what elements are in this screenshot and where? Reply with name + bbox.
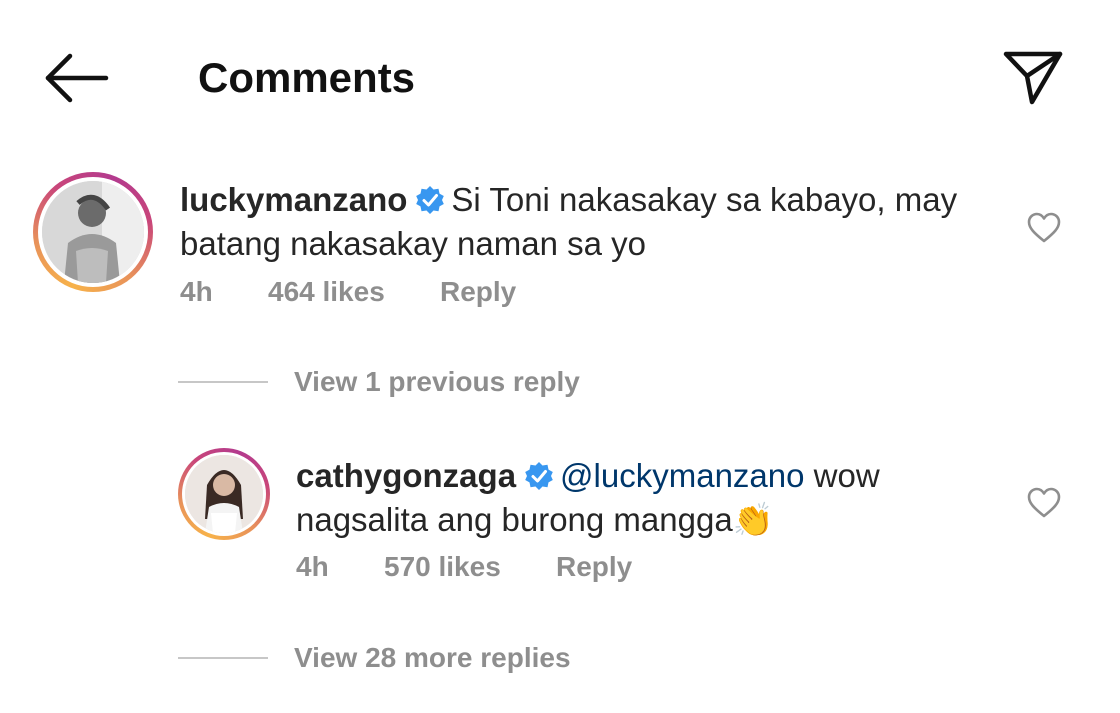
verified-badge-icon	[525, 462, 553, 490]
paper-plane-icon	[1003, 51, 1063, 105]
comment-time: 4h	[296, 551, 329, 582]
comment-meta: 4h 570 likes Reply	[296, 551, 696, 585]
view-replies-label: View 1 previous reply	[294, 366, 580, 397]
page-title: Comments	[198, 54, 416, 101]
comment-text-line2: nagsalita ang burong mangga	[296, 501, 733, 538]
arrow-left-icon	[45, 53, 109, 103]
comment-text-line1: wow	[804, 457, 880, 494]
divider-line	[178, 657, 268, 659]
heart-icon[interactable]	[1027, 487, 1061, 519]
comment-likes[interactable]: 570 likes	[384, 551, 501, 583]
share-button[interactable]	[1002, 46, 1064, 108]
reply-button[interactable]: Reply	[556, 551, 632, 583]
comment-text-line2: batang nakasakay naman sa yo	[180, 225, 646, 262]
verified-badge-icon	[416, 186, 445, 214]
clapping-hands-emoji: 👏	[732, 501, 774, 538]
view-replies-label: View 28 more replies	[294, 642, 571, 673]
comment-body: cathygonzaga @luckymanzano wow nagsalita …	[296, 454, 996, 542]
comment-username[interactable]: cathygonzaga	[296, 457, 516, 494]
comment-username[interactable]: luckymanzano	[180, 181, 407, 218]
avatar[interactable]	[33, 172, 153, 292]
avatar[interactable]	[178, 448, 270, 540]
comment-likes[interactable]: 464 likes	[268, 276, 385, 308]
comment-meta: 4h 464 likes Reply	[180, 276, 580, 310]
view-previous-replies[interactable]: View 1 previous reply	[178, 362, 598, 402]
reply-button[interactable]: Reply	[440, 276, 516, 308]
comment-body: luckymanzano Si Toni nakasakay sa kabayo,…	[180, 178, 1000, 266]
heart-icon[interactable]	[1027, 212, 1061, 244]
avatar-photo-icon	[42, 181, 144, 283]
back-button[interactable]	[40, 50, 112, 106]
comments-header: Comments	[0, 0, 1120, 150]
comment-text-line1: Si Toni nakasakay sa kabayo, may	[451, 181, 958, 218]
comment-time: 4h	[180, 276, 213, 307]
view-more-replies[interactable]: View 28 more replies	[178, 638, 598, 678]
mention-link[interactable]: @luckymanzano	[560, 457, 804, 494]
avatar-photo-icon	[185, 455, 263, 533]
divider-line	[178, 381, 268, 383]
